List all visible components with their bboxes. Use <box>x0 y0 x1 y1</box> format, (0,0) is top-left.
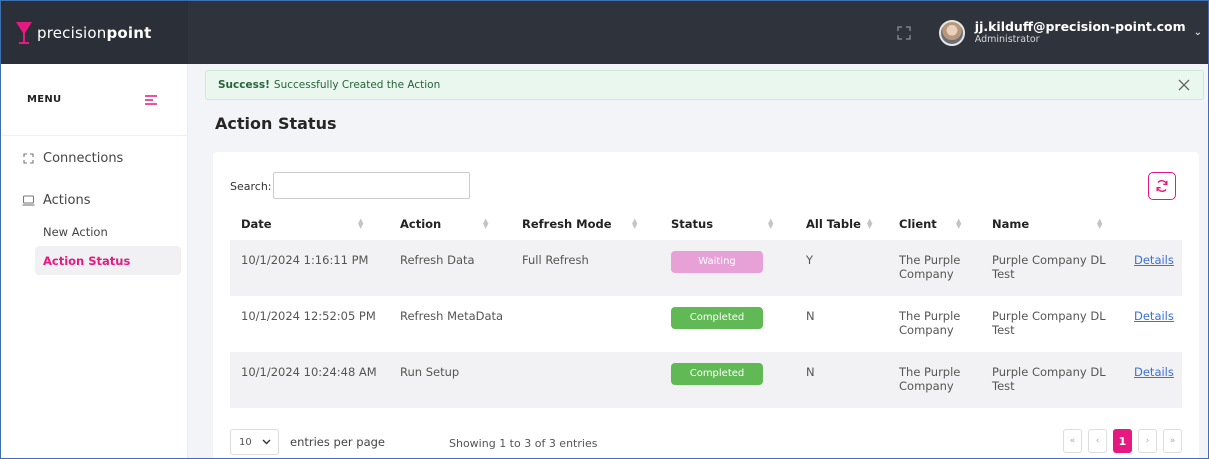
status-badge: Waiting <box>671 251 763 273</box>
app-frame: precisionpoint jj.kilduff@precision-poin… <box>0 0 1209 459</box>
column-header-action[interactable]: Action ▲ ▼ <box>389 208 511 240</box>
cell-status: Completed <box>660 296 795 352</box>
column-header-details <box>1123 208 1182 240</box>
table-row: 10/1/2024 1:16:11 PM Refresh Data Full R… <box>230 240 1182 296</box>
connections-icon <box>23 152 34 164</box>
column-header-date[interactable]: Date ▲ ▼ <box>230 208 389 240</box>
brand-logo[interactable]: precisionpoint <box>1 1 188 64</box>
cell-date: 10/1/2024 12:52:05 PM <box>241 309 376 323</box>
cell-action: Run Setup <box>389 352 511 408</box>
details-link[interactable]: Details <box>1134 309 1174 323</box>
cell-refresh-mode <box>511 296 660 352</box>
cell-status: Completed <box>660 352 795 408</box>
fullscreen-icon[interactable] <box>897 25 911 40</box>
cell-details: Details <box>1123 240 1182 296</box>
pagination-prev-button[interactable]: ‹ <box>1088 429 1107 453</box>
pagination-page-1-button[interactable]: 1 <box>1113 429 1132 453</box>
cell-action: Refresh MetaData <box>400 309 504 323</box>
sort-icon: ▲ ▼ <box>1097 217 1103 230</box>
sidebar-item-label: Connections <box>43 150 124 166</box>
user-info[interactable]: jj.kilduff@precision-point.com Administr… <box>975 20 1186 45</box>
sidebar-subitem-new-action[interactable]: New Action <box>35 217 181 246</box>
table-footer: 10 entries per page Showing 1 to 3 of 3 … <box>230 429 1182 457</box>
user-email: jj.kilduff@precision-point.com <box>974 18 1186 34</box>
cell-name: Purple Company DL Test <box>981 240 1123 296</box>
cell-all-table: N <box>806 309 815 323</box>
actions-table: Date ▲ ▼ Action ▲ ▼ Refresh Mode ▲ ▼ Status ▲ ▼ … <box>230 208 1182 408</box>
cell-refresh-mode <box>511 352 660 408</box>
pagination-last-button[interactable]: » <box>1163 429 1182 453</box>
cell-all-table: Y <box>795 240 888 296</box>
column-header-status[interactable]: Status ▲ ▼ <box>660 208 795 240</box>
page-size-select[interactable]: 10 <box>230 429 279 455</box>
cell-client: The Purple Company <box>888 240 981 296</box>
cell-details: Details <box>1123 296 1182 352</box>
alert-message: Successfully Created the Action <box>273 79 441 91</box>
cocktail-glass-icon <box>16 21 32 44</box>
entries-per-page-label: entries per page <box>290 435 385 449</box>
cell-name: Purple Company DL Test <box>981 352 1123 408</box>
sidebar-item-actions[interactable]: Actions <box>1 188 187 212</box>
status-badge: Completed <box>671 363 763 385</box>
search-input[interactable] <box>273 172 470 199</box>
cell-name: Purple Company DL Test <box>992 309 1106 337</box>
column-header-client[interactable]: Client ▲ ▼ <box>888 208 981 240</box>
alert-strong: Success! <box>218 79 270 91</box>
pagination: « ‹ 1 › » <box>1063 429 1182 453</box>
cell-status: Waiting <box>660 240 795 296</box>
cell-date: 10/1/2024 10:24:48 AM <box>230 352 389 408</box>
cell-refresh-mode: Full Refresh <box>511 240 660 296</box>
table-row: 10/1/2024 12:52:05 PM Refresh MetaData C… <box>230 296 1182 352</box>
close-icon[interactable] <box>1177 78 1191 92</box>
sort-icon: ▲ ▼ <box>956 217 962 230</box>
chevron-down-icon <box>262 439 271 445</box>
page-title: Action Status <box>215 114 337 133</box>
sort-icon: ▲ ▼ <box>768 217 774 230</box>
sidebar-subitem-action-status[interactable]: Action Status <box>35 246 181 275</box>
brand-name: precisionpoint <box>37 23 152 42</box>
sort-icon: ▲ ▼ <box>867 217 873 230</box>
column-header-refresh-mode[interactable]: Refresh Mode ▲ ▼ <box>511 208 660 240</box>
sidebar: MENU Connections Actions New Action Acti… <box>1 64 188 458</box>
sidebar-item-label: Actions <box>43 192 91 208</box>
top-bar: precisionpoint jj.kilduff@precision-poin… <box>1 1 1208 64</box>
page-size-value: 10 <box>239 436 252 448</box>
cell-all-table: N <box>795 352 888 408</box>
pagination-next-button[interactable]: › <box>1138 429 1157 453</box>
menu-toggle-icon[interactable] <box>145 94 157 105</box>
cell-action: Refresh Data <box>389 240 511 296</box>
sort-icon: ▲ ▼ <box>358 217 364 230</box>
sort-icon: ▲ ▼ <box>483 217 489 230</box>
user-role: Administrator <box>974 33 1040 45</box>
cell-date: 10/1/2024 1:16:11 PM <box>230 240 389 296</box>
menu-header: MENU <box>1 64 187 136</box>
showing-entries-text: Showing 1 to 3 of 3 entries <box>449 437 598 450</box>
menu-label: MENU <box>27 94 62 105</box>
column-header-name[interactable]: Name ▲ ▼ <box>981 208 1123 240</box>
user-avatar[interactable] <box>938 19 965 46</box>
pagination-first-button[interactable]: « <box>1063 429 1082 453</box>
cell-client: The Purple Company <box>888 352 981 408</box>
sidebar-item-connections[interactable]: Connections <box>1 146 187 170</box>
status-badge: Completed <box>671 307 763 329</box>
user-menu-caret-icon[interactable]: ⌄ <box>1194 27 1202 38</box>
success-alert: Success! Successfully Created the Action <box>205 70 1204 100</box>
details-link[interactable]: Details <box>1134 365 1174 379</box>
cell-details: Details <box>1123 352 1182 408</box>
sort-icon: ▲ ▼ <box>632 217 638 230</box>
actions-icon <box>22 194 35 206</box>
search-label: Search: <box>230 180 272 193</box>
action-status-card: Search: Date ▲ ▼ Action ▲ ▼ Refresh Mode ▲ ▼ S… <box>213 152 1199 458</box>
table-header-row: Date ▲ ▼ Action ▲ ▼ Refresh Mode ▲ ▼ Status ▲ ▼ … <box>230 208 1182 240</box>
refresh-icon <box>1156 180 1168 192</box>
details-link[interactable]: Details <box>1134 253 1174 267</box>
refresh-button[interactable] <box>1148 172 1176 200</box>
column-header-all-table[interactable]: All Table ▲ ▼ <box>795 208 888 240</box>
table-row: 10/1/2024 10:24:48 AM Run Setup Complete… <box>230 352 1182 408</box>
cell-client: The Purple Company <box>899 309 961 337</box>
